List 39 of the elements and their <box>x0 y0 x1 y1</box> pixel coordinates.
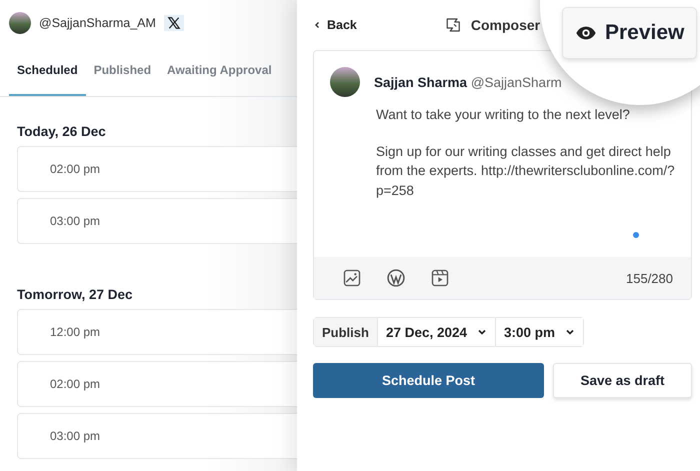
compose-icon <box>444 16 463 34</box>
time-label: 03:00 pm <box>50 214 100 228</box>
time-label: 02:00 pm <box>50 162 100 176</box>
author-name: Sajjan Sharma @SajjanSharm <box>374 74 562 90</box>
avatar-photo <box>330 67 360 97</box>
time-label: 03:00 pm <box>50 429 100 443</box>
wordpress-logo-icon[interactable] <box>386 268 406 288</box>
time-label: 12:00 pm <box>50 325 100 339</box>
character-counter: 155/280 <box>626 270 673 286</box>
time-label: 02:00 pm <box>50 377 100 391</box>
post-text: Want to take your writing to the next level? <box>376 106 631 124</box>
post-editor[interactable]: Sajjan Sharma @SajjanSharm Want to take your writing to the next level? Sign up for our writing classes and get direct help from the experts. http://thewritersclubonline.com/?p=258 155/280 <box>313 50 692 300</box>
publish-label: Publish <box>314 318 378 346</box>
time-slot-card[interactable]: 03:00 pm <box>17 413 297 459</box>
avatar-photo <box>9 12 31 34</box>
x-logo-icon <box>166 16 181 30</box>
time-slot-card[interactable]: 03:00 pm <box>17 198 297 244</box>
tab[interactable]: Scheduled <box>9 46 86 96</box>
day-heading: Tomorrow, 27 Dec <box>17 287 134 302</box>
preview-button[interactable]: Preview <box>562 7 698 59</box>
panel-title: Composer <box>470 17 540 33</box>
chevron-down-icon <box>477 327 488 337</box>
time-slot-card[interactable]: 12:00 pm <box>17 309 297 355</box>
chevron-down-icon <box>565 327 576 337</box>
tab[interactable]: Published <box>86 46 160 96</box>
video-icon[interactable] <box>430 268 450 288</box>
cursor-dot <box>633 232 639 238</box>
account-handle: @SajjanSharma_AM <box>39 16 156 30</box>
time-slot-card[interactable]: 02:00 pm <box>17 146 297 192</box>
tab[interactable]: Awaiting Approval <box>159 46 280 96</box>
time-dropdown[interactable]: 3:00 pm <box>495 318 584 346</box>
post-text: Sign up for our writing classes and get direct help from the experts. http://thewritersclubonline.com/?p=258 <box>376 142 675 200</box>
image-icon[interactable] <box>342 268 362 288</box>
back-button[interactable]: Back <box>313 18 357 32</box>
schedule-button[interactable]: Schedule Post <box>313 363 544 398</box>
time-slot-card[interactable]: 02:00 pm <box>17 361 297 407</box>
chevron-left-icon <box>313 21 321 29</box>
draft-button[interactable]: Save as draft <box>553 363 692 398</box>
day-heading: Today, 26 Dec <box>17 124 107 139</box>
